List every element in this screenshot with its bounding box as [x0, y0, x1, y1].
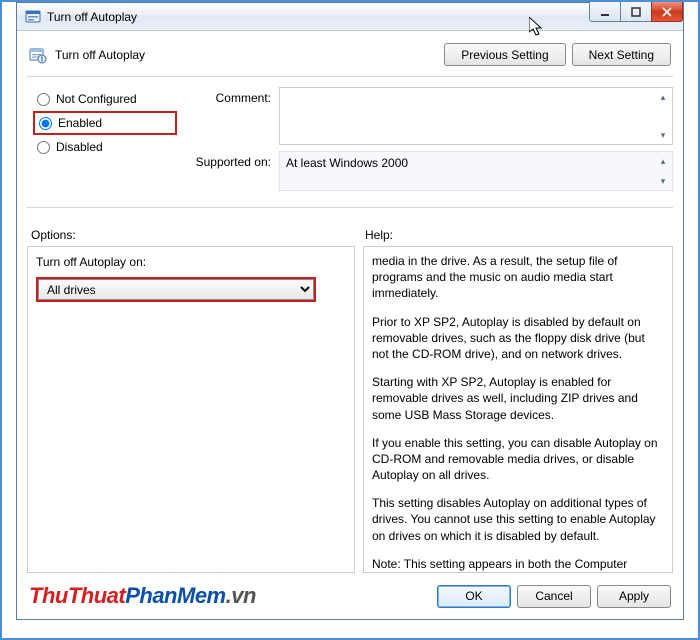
autoplay-on-select[interactable]: All drives	[38, 279, 314, 300]
radio-not-configured-input[interactable]	[37, 93, 50, 106]
close-button[interactable]	[651, 2, 683, 22]
titlebar: Turn off Autoplay	[17, 3, 683, 31]
header-row: Turn off Autoplay Previous Setting Next …	[27, 39, 673, 76]
ok-button[interactable]: OK	[437, 585, 511, 608]
upper-region: Not Configured Enabled Disabled Comment:	[27, 83, 673, 197]
radio-enabled-label: Enabled	[58, 116, 102, 130]
watermark-part: ThuThuat	[29, 583, 125, 608]
help-label: Help:	[365, 228, 669, 242]
supported-on-box: At least Windows 2000 ▴ ▾	[279, 151, 673, 191]
supported-row: Supported on: At least Windows 2000 ▴ ▾	[187, 151, 673, 191]
window-title: Turn off Autoplay	[47, 10, 137, 24]
autoplay-on-label: Turn off Autoplay on:	[36, 255, 346, 269]
help-paragraph: media in the drive. As a result, the set…	[372, 253, 664, 302]
radio-disabled-input[interactable]	[37, 141, 50, 154]
policy-title: Turn off Autoplay	[55, 48, 145, 62]
help-paragraph: Note: This setting appears in both the C…	[372, 556, 664, 573]
divider	[27, 76, 673, 77]
radio-enabled-input[interactable]	[39, 117, 52, 130]
help-paragraph: Prior to XP SP2, Autoplay is disabled by…	[372, 314, 664, 363]
state-column: Not Configured Enabled Disabled	[27, 87, 177, 197]
dialog-body: Turn off Autoplay Previous Setting Next …	[17, 31, 683, 619]
footer: ThuThuatPhanMem.vn OK Cancel Apply	[27, 573, 673, 609]
dialog-window: Turn off Autoplay	[16, 2, 684, 620]
radio-disabled-label: Disabled	[56, 140, 103, 154]
comment-textarea[interactable]: ▴ ▾	[279, 87, 673, 145]
watermark: ThuThuatPhanMem.vn	[29, 583, 256, 609]
autoplay-on-highlight: All drives	[36, 277, 316, 302]
supported-on-value: At least Windows 2000	[286, 156, 408, 170]
apply-button[interactable]: Apply	[597, 585, 671, 608]
watermark-part: .vn	[226, 583, 256, 608]
divider	[27, 207, 673, 208]
app-icon	[25, 9, 41, 25]
comment-row: Comment: ▴ ▾	[187, 87, 673, 145]
help-pane[interactable]: media in the drive. As a result, the set…	[363, 246, 673, 573]
maximize-icon	[631, 7, 641, 17]
next-setting-button[interactable]: Next Setting	[572, 43, 671, 66]
scroll-down-icon[interactable]: ▾	[656, 128, 670, 142]
policy-icon	[29, 46, 47, 64]
comment-label: Comment:	[187, 87, 279, 105]
cancel-button[interactable]: Cancel	[517, 585, 591, 608]
watermark-part: PhanMem	[125, 583, 225, 608]
window-controls	[590, 2, 683, 22]
screenshot-frame: Turn off Autoplay	[0, 0, 700, 640]
panes: Turn off Autoplay on: All drives media i…	[27, 246, 673, 573]
options-pane: Turn off Autoplay on: All drives	[27, 246, 355, 573]
help-paragraph: This setting disables Autoplay on additi…	[372, 495, 664, 544]
footer-buttons: OK Cancel Apply	[437, 585, 671, 608]
previous-setting-button[interactable]: Previous Setting	[444, 43, 565, 66]
scroll-up-icon[interactable]: ▴	[656, 90, 670, 104]
options-label: Options:	[31, 228, 355, 242]
radio-disabled[interactable]: Disabled	[33, 135, 177, 159]
help-paragraph: If you enable this setting, you can disa…	[372, 435, 664, 484]
maximize-button[interactable]	[620, 2, 652, 22]
nav-buttons: Previous Setting Next Setting	[444, 43, 671, 66]
supported-label: Supported on:	[187, 151, 279, 169]
radio-not-configured-label: Not Configured	[56, 92, 137, 106]
mid-labels: Options: Help:	[27, 214, 673, 246]
meta-column: Comment: ▴ ▾ Supported on: At least Wind…	[187, 87, 673, 197]
help-paragraph: Starting with XP SP2, Autoplay is enable…	[372, 374, 664, 423]
policy-heading: Turn off Autoplay	[29, 46, 145, 64]
radio-not-configured[interactable]: Not Configured	[33, 87, 177, 111]
minimize-icon	[600, 7, 610, 17]
scroll-up-icon[interactable]: ▴	[656, 154, 670, 168]
close-icon	[662, 7, 672, 17]
minimize-button[interactable]	[589, 2, 621, 22]
scroll-down-icon[interactable]: ▾	[656, 174, 670, 188]
radio-enabled[interactable]: Enabled	[33, 111, 177, 135]
